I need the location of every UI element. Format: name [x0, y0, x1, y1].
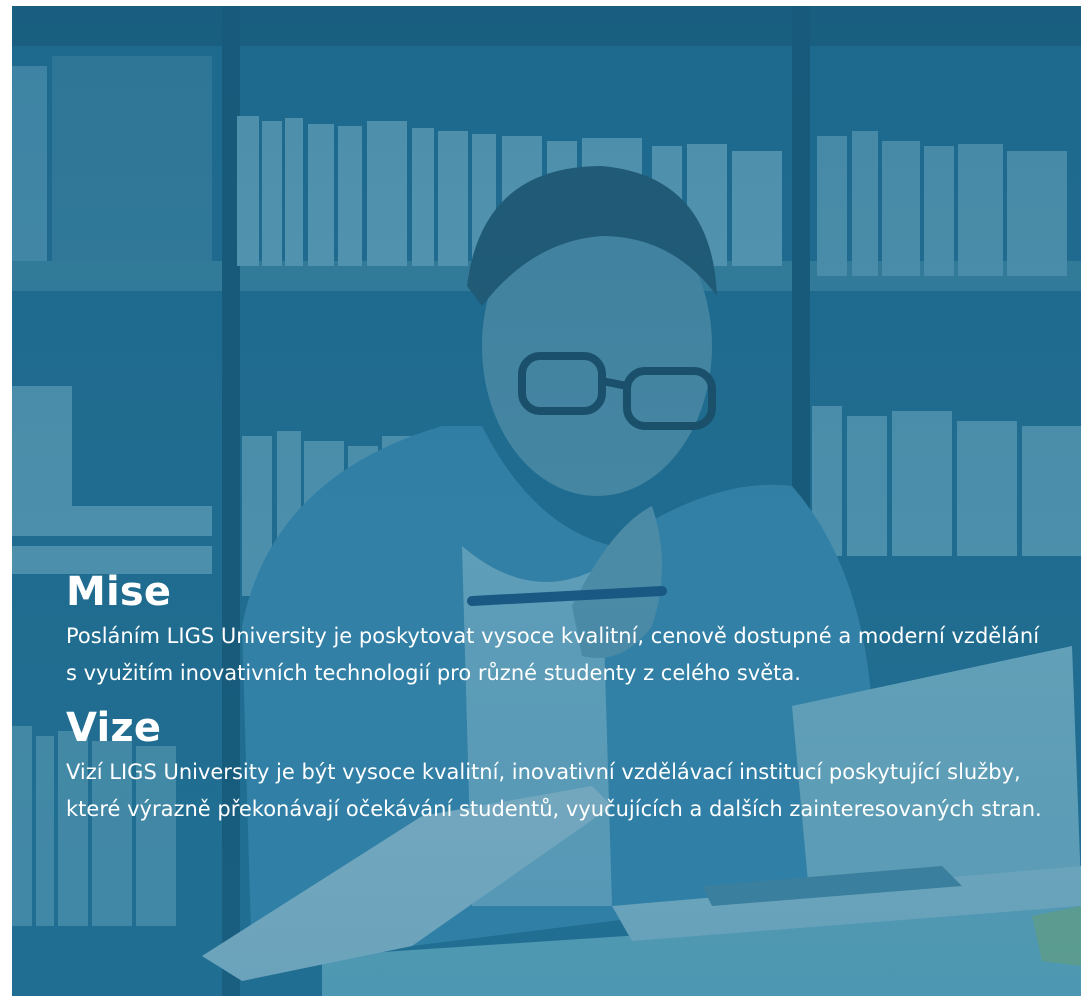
- hero-color-overlay: [12, 6, 1081, 996]
- vision-text: Vizí LIGS University je být vysoce kvali…: [66, 760, 1042, 821]
- hero-banner: Mise Posláním LIGS University je poskyto…: [12, 6, 1081, 996]
- mission-text: Posláním LIGS University je poskytovat v…: [66, 624, 1040, 685]
- mission-title: Mise: [66, 569, 172, 615]
- mission-vision-content: Mise Posláním LIGS University je poskyto…: [66, 566, 1056, 838]
- vision-title: Vize: [66, 705, 162, 751]
